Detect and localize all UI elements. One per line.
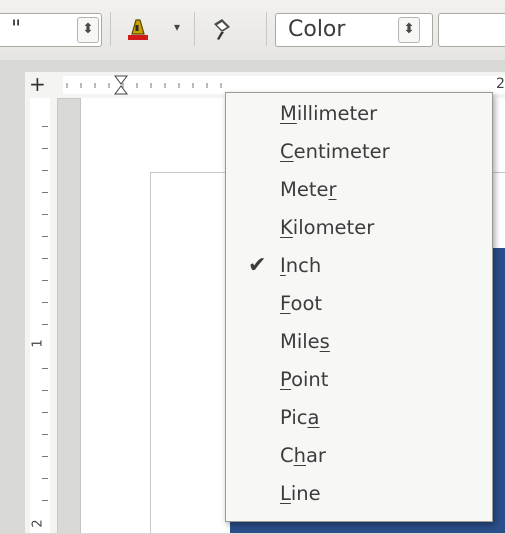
ruler-label-h: 2 (496, 76, 505, 92)
ruler-tick (42, 412, 48, 413)
ruler-tick (42, 258, 48, 259)
ruler-label-1: 1 (30, 339, 46, 348)
menu-item-char[interactable]: Char (226, 438, 492, 474)
color-select-value: Color (288, 17, 346, 42)
menu-item-millimeter[interactable]: Millimeter (226, 96, 492, 132)
vertical-ruler[interactable]: 1 2 (25, 98, 58, 533)
color-select[interactable]: Color ⬍ (275, 13, 433, 47)
menu-item-meter[interactable]: Meter (226, 172, 492, 208)
ruler-tick (42, 126, 48, 127)
toolbar-separator (266, 12, 267, 46)
tab-stop-icon[interactable]: + (29, 74, 46, 94)
font-size-field[interactable]: " ⬍ (0, 13, 102, 47)
menu-item-pica[interactable]: Pica (226, 400, 492, 436)
ruler-tick (42, 236, 48, 237)
ruler-tick (42, 456, 48, 457)
color-select-spin-button[interactable]: ⬍ (398, 17, 420, 43)
ruler-tick (42, 148, 48, 149)
highlight-color-icon[interactable] (124, 16, 150, 42)
highlight-dropdown-arrow-icon[interactable]: ▾ (174, 20, 180, 34)
ruler-tick (42, 192, 48, 193)
ruler-tick (42, 500, 48, 501)
ruler-tick (42, 280, 48, 281)
ruler-tick (42, 434, 48, 435)
ruler-tick (42, 302, 48, 303)
menu-item-line[interactable]: Line (226, 476, 492, 512)
menu-item-miles[interactable]: Miles (226, 324, 492, 360)
font-size-spin-button[interactable]: ⬍ (77, 17, 99, 43)
toolbar: " ⬍ ▾ Color ⬍ (0, 0, 505, 61)
units-context-menu: Millimeter Centimeter Meter Kilometer ✔ … (225, 92, 493, 522)
menu-item-foot[interactable]: Foot (226, 286, 492, 322)
menu-item-kilometer[interactable]: Kilometer (226, 210, 492, 246)
ruler-white-area: 1 2 (30, 98, 50, 533)
font-size-value: " (11, 17, 22, 42)
format-paintbrush-icon[interactable] (208, 16, 234, 42)
ruler-tick (42, 324, 48, 325)
toolbar-separator (110, 12, 111, 46)
ruler-tick (42, 170, 48, 171)
ruler-label-2: 2 (30, 519, 46, 528)
ruler-tick (42, 368, 48, 369)
menu-item-inch[interactable]: ✔ Inch (226, 248, 492, 284)
ruler-tick (42, 390, 48, 391)
checkmark-icon: ✔ (248, 253, 267, 278)
menu-item-point[interactable]: Point (226, 362, 492, 398)
ruler-tick (42, 214, 48, 215)
next-toolbar-field[interactable] (438, 13, 505, 47)
toolbar-separator (194, 12, 195, 46)
menu-item-centimeter[interactable]: Centimeter (226, 134, 492, 170)
ruler-tick (42, 478, 48, 479)
